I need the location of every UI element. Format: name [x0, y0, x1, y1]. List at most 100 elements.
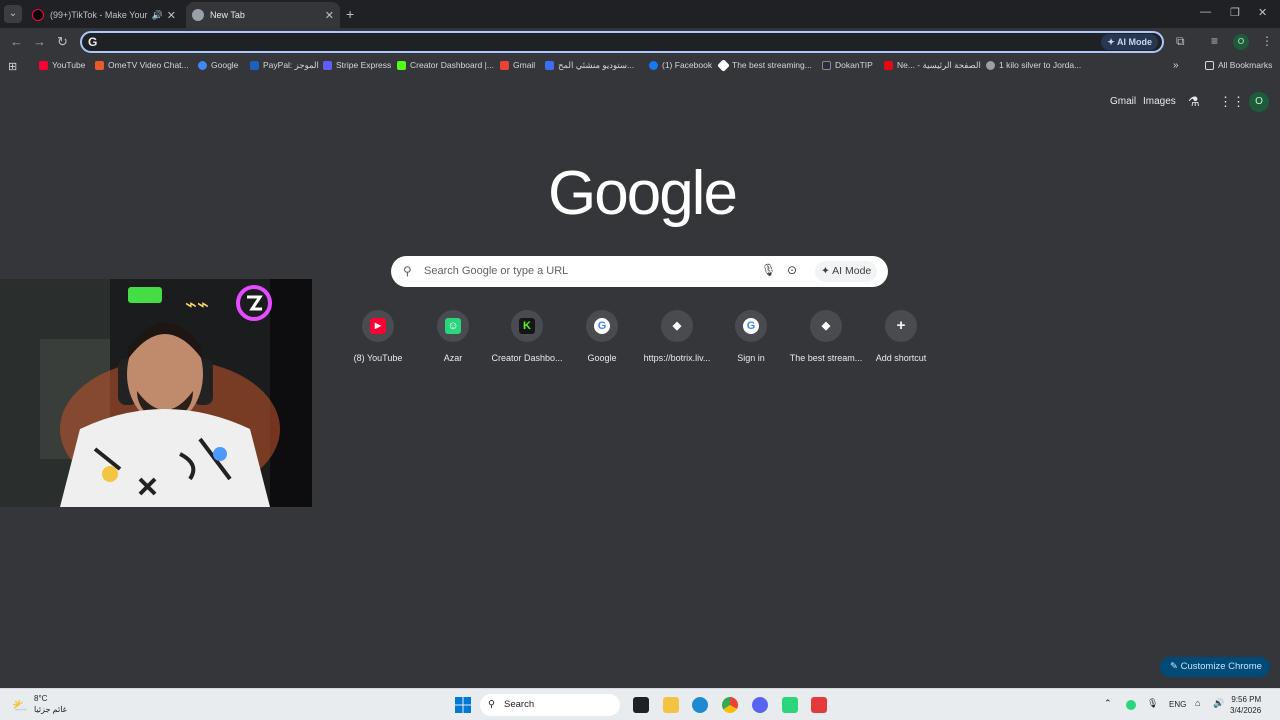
more-bookmarks-icon[interactable]: »	[1173, 60, 1179, 71]
reload-icon[interactable]: ↻	[57, 34, 68, 50]
clock[interactable]: 9:56 PM 3/4/2026	[1230, 694, 1261, 716]
camera-lens-icon[interactable]: ⊙	[787, 263, 797, 277]
microphone-icon[interactable]: 🎙	[761, 263, 776, 277]
gmail-link[interactable]: Gmail	[1110, 96, 1136, 107]
profile-avatar[interactable]: O	[1233, 34, 1249, 50]
back-icon[interactable]: ←	[10, 34, 23, 49]
streaming-icon: ◆	[821, 320, 831, 332]
paypal-icon	[250, 61, 259, 70]
weather-temp: 8°C	[34, 694, 48, 703]
bookmark-silver[interactable]: 1 kilo silver to Jorda...	[986, 60, 1081, 70]
images-link[interactable]: Images	[1143, 96, 1176, 107]
globe-icon	[986, 60, 995, 70]
bookmark-label: 1 kilo silver to Jorda...	[999, 60, 1082, 70]
all-bookmarks[interactable]: All Bookmarks	[1205, 60, 1272, 70]
tab-title: New Tab	[210, 10, 245, 20]
extensions-icon[interactable]: ⧉	[1176, 34, 1185, 49]
tab-new-tab[interactable]: New Tab ✕	[186, 2, 340, 28]
apps-icon[interactable]: ⊞	[8, 60, 17, 73]
labs-icon[interactable]: ⚗	[1188, 94, 1200, 110]
close-window-icon[interactable]: ✕	[1258, 6, 1267, 19]
bookmark-stripe[interactable]: Stripe Express	[323, 60, 391, 70]
bookmark-dokantip[interactable]: DokanTIP	[822, 60, 873, 70]
shortcut-tile: G	[586, 310, 618, 342]
bookmark-paypal[interactable]: PayPal: الموجز	[250, 60, 319, 71]
shortcut-azar[interactable]: ☺ Azar	[416, 310, 490, 363]
volume-icon[interactable]: 🔊	[1213, 698, 1224, 709]
shortcut-sign-in[interactable]: G Sign in	[714, 310, 788, 363]
shortcut-tile: G	[735, 310, 767, 342]
bookmark-label: Google	[211, 60, 239, 70]
tab-search-icon[interactable]: ⌄	[4, 5, 22, 23]
minimize-icon[interactable]: —	[1200, 6, 1211, 18]
shortcut-botrix[interactable]: ◆ https://botrix.liv...	[640, 310, 714, 363]
bookmark-facebook[interactable]: (1) Facebook	[649, 60, 712, 70]
bookmark-google[interactable]: Google	[198, 60, 238, 70]
shortcut-creator-dashboard[interactable]: K Creator Dashbo...	[490, 310, 564, 363]
shortcut-add[interactable]: + Add shortcut	[864, 310, 938, 363]
close-icon[interactable]: ✕	[167, 9, 176, 22]
google-icon	[198, 60, 207, 70]
menu-icon[interactable]: ⋮	[1261, 34, 1273, 48]
taskbar-search[interactable]: ⚲ Search	[480, 694, 620, 716]
shortcut-youtube[interactable]: ▶ (8) YouTube	[341, 310, 415, 363]
task-view-icon[interactable]	[633, 697, 649, 713]
shortcut-tile: K	[511, 310, 543, 342]
google-icon: G	[88, 35, 98, 49]
bookmark-ometv[interactable]: OmeTV Video Chat...	[95, 60, 189, 70]
file-explorer-icon[interactable]	[663, 697, 679, 713]
bookmark-label: ستوديو منشئي المح...	[558, 60, 635, 70]
bookmark-label: Gmail	[513, 60, 536, 70]
account-avatar[interactable]: O	[1249, 92, 1269, 112]
shortcut-label: Azar	[443, 353, 463, 363]
dokantip-icon	[822, 60, 831, 70]
tab-tiktok[interactable]: (99+)TikTok - Make Your Da 🔊 ✕	[26, 2, 182, 28]
microphone-icon[interactable]: 🎙	[1147, 698, 1158, 709]
search-placeholder: Search Google or type a URL	[424, 265, 569, 277]
tray-app-icon[interactable]	[1126, 700, 1136, 710]
shortcut-google[interactable]: G Google	[565, 310, 639, 363]
language-indicator[interactable]: ENG	[1169, 700, 1186, 709]
media-icon[interactable]: ≡	[1211, 34, 1218, 48]
shortcut-tile: +	[885, 310, 917, 342]
streamer-video-image: ⌁⌁	[0, 279, 312, 507]
clock-date: 3/4/2026	[1230, 706, 1262, 715]
customize-chrome-button[interactable]: ✎ Customize Chrome	[1160, 657, 1270, 677]
forward-icon[interactable]: →	[33, 34, 46, 49]
shortcut-streaming[interactable]: ◆ The best stream...	[789, 310, 863, 363]
bookmark-meta-studio[interactable]: ستوديو منشئي المح...	[545, 60, 634, 71]
speaker-icon[interactable]: 🔊	[152, 10, 163, 21]
tab-strip: ⌄ (99+)TikTok - Make Your Da 🔊 ✕ New Tab…	[0, 0, 1280, 28]
folder-icon	[1205, 60, 1214, 70]
search-icon: ⚲	[488, 699, 495, 710]
bookmark-gmail[interactable]: Gmail	[500, 60, 535, 70]
chrome-icon[interactable]	[722, 697, 738, 713]
edge-icon[interactable]	[692, 697, 708, 713]
streaming-icon	[717, 58, 730, 72]
kick-icon	[397, 60, 406, 70]
bookmark-netflix[interactable]: Ne... - الصفحة الرئيسية	[884, 60, 981, 71]
streaming-app-icon[interactable]	[811, 697, 827, 713]
bookmark-kick[interactable]: Creator Dashboard |...	[397, 60, 494, 70]
meta-icon	[545, 61, 554, 70]
app-icon[interactable]	[782, 697, 798, 713]
tab-title: (99+)TikTok - Make Your Da	[50, 10, 148, 20]
shortcut-label: Creator Dashbo...	[491, 353, 563, 363]
network-icon[interactable]: ⌂	[1195, 698, 1200, 708]
ai-mode-button[interactable]: ✦ AI Mode	[1101, 34, 1158, 50]
bookmark-streaming[interactable]: The best streaming...	[717, 58, 812, 72]
new-tab-button[interactable]: +	[346, 6, 354, 22]
search-box[interactable]: ⚲ Search Google or type a URL 🎙 ⊙ ✦ AI M…	[391, 256, 888, 287]
restore-icon[interactable]: ❐	[1230, 6, 1240, 19]
netflix-icon	[884, 61, 893, 70]
tray-overflow-icon[interactable]: ⌃	[1104, 698, 1112, 709]
weather-widget[interactable]: ⛅ 8°C غائم جزئيا	[12, 694, 67, 714]
discord-icon[interactable]	[752, 697, 768, 713]
bookmark-label: Creator Dashboard |...	[410, 60, 494, 70]
ai-mode-search-button[interactable]: ✦ AI Mode	[815, 261, 878, 282]
close-icon[interactable]: ✕	[325, 9, 334, 22]
bookmark-youtube[interactable]: YouTube	[39, 60, 85, 70]
address-bar[interactable]: G ✦ AI Mode	[80, 31, 1164, 53]
windows-start-icon[interactable]	[455, 697, 471, 713]
weather-icon: ⛅	[12, 698, 29, 713]
